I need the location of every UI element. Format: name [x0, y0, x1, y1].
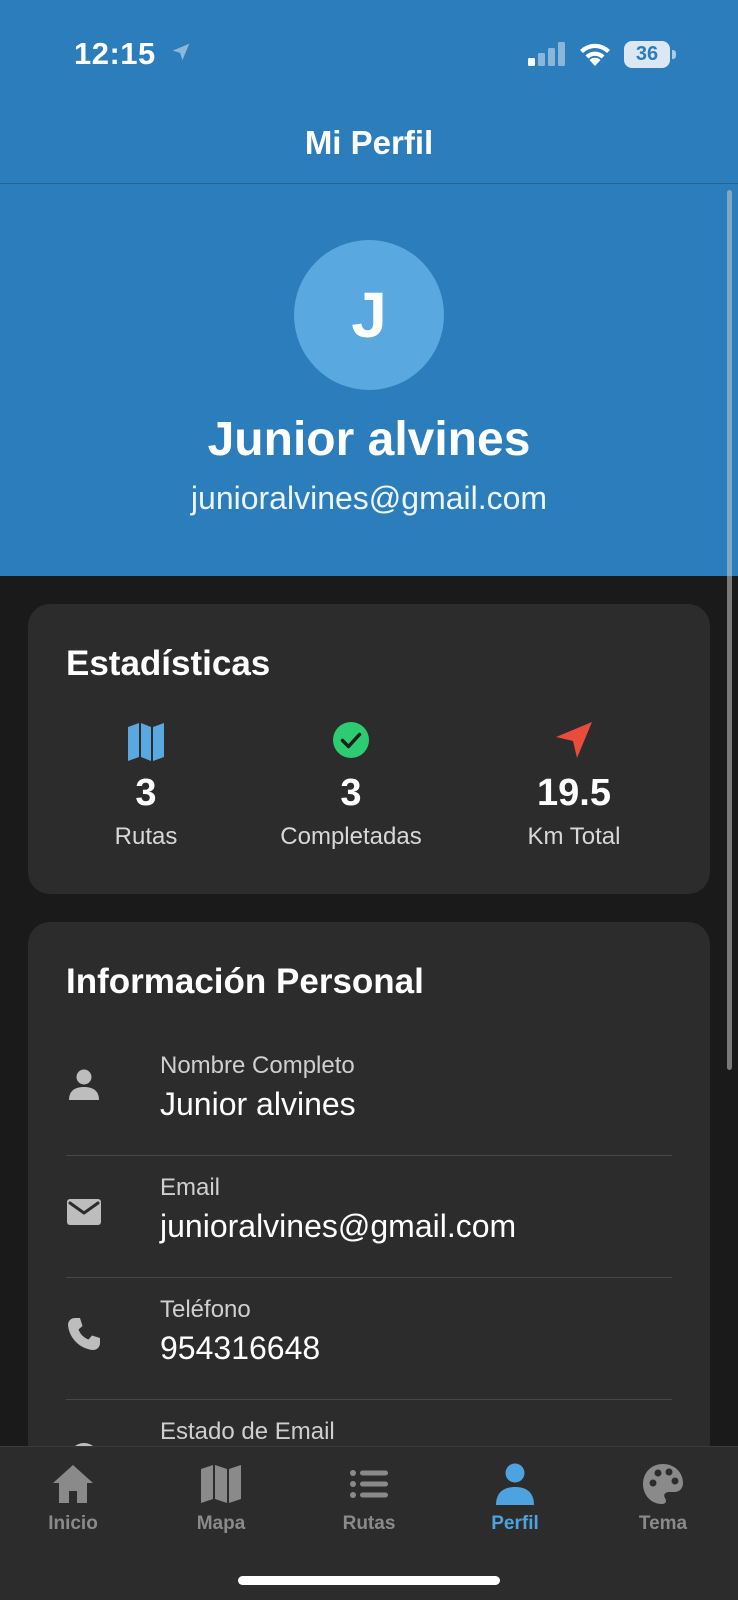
info-label: Estado de Email: [160, 1418, 335, 1445]
person-icon: [496, 1463, 534, 1505]
tab-inicio[interactable]: Inicio: [13, 1461, 133, 1535]
stats-card: Estadísticas 3 Rutas 3 Completadas 19.5 …: [28, 604, 710, 894]
tab-label: Rutas: [342, 1513, 396, 1534]
info-row-email: Email junioralvines@gmail.com: [66, 1156, 672, 1278]
tab-label: Inicio: [48, 1513, 98, 1534]
scrollbar[interactable]: [727, 190, 732, 1070]
profile-name: Junior alvines: [207, 413, 531, 466]
tab-label: Perfil: [491, 1513, 539, 1534]
status-time: 12:15: [74, 36, 156, 71]
tab-label: Tema: [638, 1513, 688, 1534]
stats-title: Estadísticas: [66, 644, 271, 683]
cellular-signal-icon: [528, 42, 565, 66]
mail-icon: [67, 1199, 101, 1225]
tab-tema[interactable]: Tema: [603, 1461, 723, 1535]
profile-hero: J Junior alvines junioralvines@gmail.com: [0, 184, 738, 576]
stat-label: Rutas: [114, 823, 178, 850]
info-value: junioralvines@gmail.com: [160, 1208, 517, 1244]
personal-info-title: Información Personal: [66, 962, 424, 1001]
stat-completadas: 3 Completadas: [251, 718, 451, 851]
map-icon: [128, 723, 164, 761]
stat-value: 19.5: [537, 772, 611, 814]
check-circle-icon: [333, 722, 369, 758]
tab-perfil[interactable]: Perfil: [455, 1461, 575, 1535]
stat-value: 3: [340, 772, 362, 814]
info-row-nombre: Nombre Completo Junior alvines: [66, 1034, 672, 1156]
stat-rutas: 3 Rutas: [46, 718, 246, 851]
tab-rutas[interactable]: Rutas: [309, 1461, 429, 1535]
info-label: Email: [160, 1174, 221, 1201]
info-value: 954316648: [160, 1330, 321, 1366]
battery-level: 36: [635, 43, 659, 65]
stat-value: 3: [135, 772, 157, 814]
info-label: Nombre Completo: [160, 1052, 355, 1079]
info-row-telefono: Teléfono 954316648: [66, 1278, 672, 1400]
map-icon: [201, 1465, 241, 1503]
phone-icon: [68, 1318, 100, 1350]
tab-label: Mapa: [196, 1513, 246, 1534]
person-icon: [69, 1069, 99, 1100]
info-label: Teléfono: [160, 1296, 251, 1323]
stat-km-total: 19.5 Km Total: [474, 718, 674, 851]
page-title: Mi Perfil: [304, 124, 434, 161]
home-indicator[interactable]: [238, 1576, 500, 1585]
battery-indicator: 36: [624, 41, 676, 68]
stat-label: Km Total: [527, 823, 621, 850]
navigation-arrow-icon: [556, 722, 592, 758]
wifi-icon: [580, 43, 610, 66]
profile-email: junioralvines@gmail.com: [190, 480, 548, 516]
home-icon: [53, 1465, 93, 1503]
tab-mapa[interactable]: Mapa: [161, 1461, 281, 1535]
location-arrow-icon: [172, 43, 190, 61]
list-icon: [350, 1470, 388, 1498]
info-value: Junior alvines: [160, 1086, 356, 1122]
avatar: J: [294, 240, 444, 390]
status-bar: 12:15 36: [0, 0, 738, 110]
app-header: 12:15 36 Mi Perfil: [0, 0, 738, 184]
palette-icon: [643, 1464, 683, 1504]
stat-label: Completadas: [280, 823, 422, 850]
